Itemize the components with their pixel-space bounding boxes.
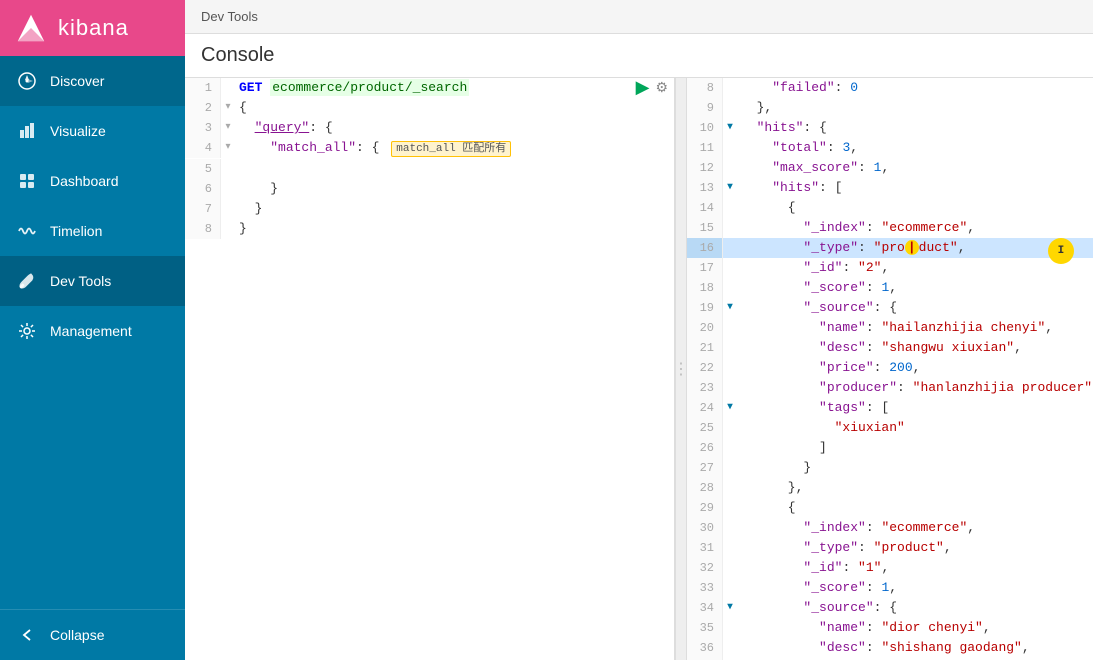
editor-line-2: 2 ▾ { [185, 98, 674, 118]
editor-line-5: 5 [185, 159, 674, 179]
line-content-2: { [235, 98, 674, 118]
output-line-34: 34 ▾ "_source": { [687, 598, 1093, 618]
line-content-3: "query": { [235, 118, 674, 138]
output-line-21: 21 "desc": "shangwu xiuxian", [687, 338, 1093, 358]
sidebar-label-visualize: Visualize [50, 123, 106, 139]
output-line-31: 31 "_type": "product", [687, 538, 1093, 558]
sidebar-label-discover: Discover [50, 73, 104, 89]
line-fold-2: ▾ [221, 98, 235, 118]
grid-icon [16, 170, 38, 192]
output-line-8: 8 "failed": 0 [687, 78, 1093, 98]
output-line-18: 18 "_score": 1, [687, 278, 1093, 298]
output-line-10: 10 ▾ "hits": { [687, 118, 1093, 138]
output-line-32: 32 "_id": "1", [687, 558, 1093, 578]
output-line-27: 27 } [687, 458, 1093, 478]
output-line-25: 25 "xiuxian" [687, 418, 1093, 438]
line-number-5: 5 [185, 159, 221, 179]
collapse-label: Collapse [50, 627, 104, 643]
logo-area[interactable]: kibana [0, 0, 185, 56]
line-content-7: } [235, 199, 674, 219]
sidebar-label-dashboard: Dashboard [50, 173, 119, 189]
editor-line-1: 1 GET ecommerce/product/_search ▶ ⚙ [185, 78, 674, 98]
right-output-pane[interactable]: 8 "failed": 0 9 }, 10 ▾ "hits": { 11 [687, 78, 1093, 660]
line-number-2: 2 [185, 98, 221, 118]
wrench-icon [16, 270, 38, 292]
collapse-icon [16, 624, 38, 646]
pane-divider[interactable]: ⋮ [675, 78, 687, 660]
kibana-logo-icon [14, 11, 48, 45]
topbar: Dev Tools [185, 0, 1093, 34]
line-number-8: 8 [185, 219, 221, 239]
sidebar-label-devtools: Dev Tools [50, 273, 111, 289]
editor-settings-button[interactable]: ⚙ [655, 79, 668, 96]
sidebar-item-visualize[interactable]: Visualize [0, 106, 185, 156]
left-editor-pane: 1 GET ecommerce/product/_search ▶ ⚙ 2 ▾ … [185, 78, 675, 660]
sidebar-item-discover[interactable]: Discover [0, 56, 185, 106]
output-line-19: 19 ▾ "_source": { [687, 298, 1093, 318]
logo-text: kibana [58, 15, 129, 41]
output-line-9: 9 }, [687, 98, 1093, 118]
sidebar-item-devtools[interactable]: Dev Tools [0, 256, 185, 306]
output-line-30: 30 "_index": "ecommerce", [687, 518, 1093, 538]
line-content-1: GET ecommerce/product/_search [235, 78, 636, 98]
line-content-6: } [235, 179, 674, 199]
console-label: Console [201, 44, 274, 67]
sidebar-item-management[interactable]: Management [0, 306, 185, 356]
run-button[interactable]: ▶ [636, 78, 650, 96]
line-content-8: } [235, 219, 674, 239]
line-number-1: 1 [185, 78, 221, 98]
output-line-24: 24 ▾ "tags": [ [687, 398, 1093, 418]
output-line-12: 12 "max_score": 1, [687, 158, 1093, 178]
cursor-indicator: I [1048, 238, 1074, 264]
output-line-36: 36 "desc": "shishang gaodang", [687, 638, 1093, 658]
editor-line-6: 6 } [185, 179, 674, 199]
output-line-22: 22 "price": 200, [687, 358, 1093, 378]
output-line-28: 28 }, [687, 478, 1093, 498]
output-line-14: 14 { [687, 198, 1093, 218]
output-line-13: 13 ▾ "hits": [ [687, 178, 1093, 198]
compass-icon [16, 70, 38, 92]
line-fold-3: ▾ [221, 118, 235, 138]
line-number-7: 7 [185, 199, 221, 219]
sidebar-item-timelion[interactable]: Timelion [0, 206, 185, 256]
output-line-29: 29 { [687, 498, 1093, 518]
line-number-4: 4 [185, 138, 221, 158]
line-number-3: 3 [185, 118, 221, 138]
tooltip-match-all: match_all 匹配所有 [391, 141, 511, 157]
gear-icon [16, 320, 38, 342]
output-line-16: 16 "_type": "pro|duct", I [687, 238, 1093, 258]
editor-area: 1 GET ecommerce/product/_search ▶ ⚙ 2 ▾ … [185, 78, 1093, 660]
output-line-17: 17 "_id": "2", [687, 258, 1093, 278]
output-line-20: 20 "name": "hailanzhijia chenyi", [687, 318, 1093, 338]
output-line-33: 33 "_score": 1, [687, 578, 1093, 598]
method-keyword: GET [239, 80, 262, 95]
sidebar-item-dashboard[interactable]: Dashboard [0, 156, 185, 206]
line-fold-4: ▾ [221, 138, 235, 158]
url-text: ecommerce/product/_search [270, 79, 469, 96]
line-number-6: 6 [185, 179, 221, 199]
sidebar: kibana Discover Visualize [0, 0, 185, 660]
editor-line-8: 8 } [185, 219, 674, 239]
wave-icon [16, 220, 38, 242]
main-content: Dev Tools Console 1 GET ecommerce/produc… [185, 0, 1093, 660]
editor-line-4: 4 ▾ "match_all": { match_all 匹配所有 [185, 138, 674, 159]
left-editor-content[interactable]: 1 GET ecommerce/product/_search ▶ ⚙ 2 ▾ … [185, 78, 674, 660]
sidebar-collapse-button[interactable]: Collapse [0, 609, 185, 660]
section-title: Dev Tools [201, 9, 258, 24]
editor-line-3: 3 ▾ "query": { [185, 118, 674, 138]
bar-chart-icon [16, 120, 38, 142]
output-line-35: 35 "name": "dior chenyi", [687, 618, 1093, 638]
sidebar-label-management: Management [50, 323, 132, 339]
editor-line-7: 7 } [185, 199, 674, 219]
output-line-11: 11 "total": 3, [687, 138, 1093, 158]
line-content-4: "match_all": { match_all 匹配所有 [235, 138, 674, 159]
output-line-23: 23 "producer": "hanlanzhijia producer", [687, 378, 1093, 398]
console-header: Console [185, 34, 1093, 78]
output-line-26: 26 ] [687, 438, 1093, 458]
sidebar-label-timelion: Timelion [50, 223, 102, 239]
output-line-15: 15 "_index": "ecommerce", [687, 218, 1093, 238]
